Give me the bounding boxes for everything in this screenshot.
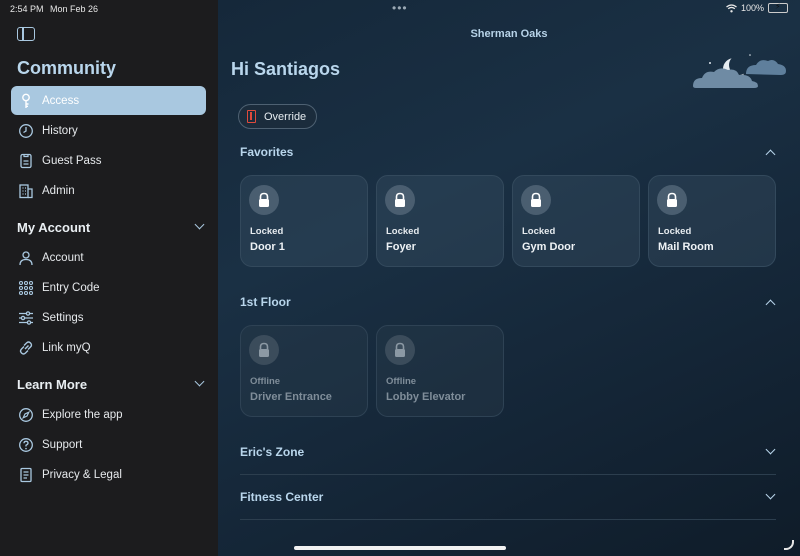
chevron-down-icon[interactable] — [194, 376, 205, 387]
door-tile-driver-entrance[interactable]: Offline Driver Entrance — [240, 325, 368, 417]
door-status: Locked — [522, 226, 556, 237]
wifi-icon — [726, 3, 737, 12]
night-cloud-icon — [693, 54, 786, 88]
group-header-erics-zone[interactable]: Eric's Zone — [240, 444, 776, 459]
section-learn-more[interactable]: Learn More — [17, 376, 205, 392]
sidebar-title: Community — [17, 58, 116, 78]
document-icon — [17, 466, 35, 484]
chevron-down-icon[interactable] — [765, 489, 776, 500]
group-title: Favorites — [240, 145, 294, 159]
sidebar-item-label: Guest Pass — [42, 154, 102, 167]
group-header-fitness-center[interactable]: Fitness Center — [240, 489, 776, 504]
sidebar-item-admin[interactable]: Admin — [11, 176, 206, 205]
group-title: Fitness Center — [240, 490, 324, 504]
status-bar: 2:54 PM Mon Feb 26 ••• 100% ⚡ — [0, 0, 800, 18]
door-status: Offline — [386, 376, 417, 387]
group-title: Eric's Zone — [240, 445, 305, 459]
guest-pass-icon — [17, 152, 35, 170]
sidebar-item-label: Support — [42, 438, 83, 451]
chevron-down-icon[interactable] — [194, 219, 205, 230]
person-icon — [17, 249, 35, 267]
chevron-up-icon[interactable] — [765, 299, 776, 310]
battery-percent: 100% — [740, 3, 764, 13]
sidebar-item-label: Explore the app — [42, 408, 123, 421]
chevron-down-icon[interactable] — [765, 444, 776, 455]
sidebar-item-label: Account — [42, 251, 84, 264]
link-icon — [17, 339, 35, 357]
compass-icon — [17, 406, 35, 424]
sidebar-item-label: Entry Code — [42, 281, 100, 294]
group-header-1st-floor[interactable]: 1st Floor — [240, 295, 776, 310]
sidebar: Community Access History Guest Pass Admi… — [0, 0, 218, 556]
sidebar-item-explore[interactable]: Explore the app — [11, 400, 206, 429]
door-status: Locked — [658, 226, 692, 237]
multitasking-dots-icon[interactable]: ••• — [392, 1, 408, 15]
chevron-up-icon[interactable] — [765, 149, 776, 160]
home-indicator[interactable] — [294, 546, 506, 550]
door-name: Gym Door — [522, 241, 576, 253]
sidebar-item-label: Settings — [42, 311, 84, 324]
door-status: Locked — [250, 226, 284, 237]
sidebar-item-guest-pass[interactable]: Guest Pass — [11, 146, 206, 175]
door-tile-lobby-elevator[interactable]: Offline Lobby Elevator — [376, 325, 504, 417]
lock-icon[interactable] — [521, 185, 551, 215]
sidebar-item-label: Access — [42, 94, 80, 107]
sidebar-item-account[interactable]: Account — [11, 243, 206, 272]
lock-icon — [385, 335, 415, 365]
door-name: Mail Room — [658, 241, 714, 253]
divider — [240, 519, 776, 520]
sidebar-toggle-icon[interactable] — [17, 27, 35, 41]
lock-icon — [249, 335, 279, 365]
sidebar-item-label: History — [42, 124, 78, 137]
override-label: Override — [264, 110, 307, 123]
main-content: Sherman Oaks Hi Santiagos Override Favor… — [218, 0, 800, 556]
sidebar-item-link-myq[interactable]: Link myQ — [11, 333, 206, 362]
lock-icon[interactable] — [385, 185, 415, 215]
sidebar-item-history[interactable]: History — [11, 116, 206, 145]
sidebar-item-access[interactable]: Access — [11, 86, 206, 115]
battery-icon: ⚡ — [768, 2, 788, 13]
group-header-favorites[interactable]: Favorites — [240, 145, 776, 160]
door-tile-mail-room[interactable]: Locked Mail Room — [648, 175, 776, 267]
key-icon — [17, 92, 35, 110]
door-tile-door-1[interactable]: Locked Door 1 — [240, 175, 368, 267]
door-status: Locked — [386, 226, 420, 237]
sidebar-item-label: Link myQ — [42, 341, 91, 354]
greeting: Hi Santiagos — [231, 59, 341, 79]
clock-icon — [17, 122, 35, 140]
building-icon — [17, 182, 35, 200]
section-title: Learn More — [17, 377, 88, 392]
door-name: Lobby Elevator — [386, 391, 466, 403]
door-name: Driver Entrance — [250, 391, 332, 403]
door-name: Door 1 — [250, 241, 285, 253]
sliders-icon — [17, 309, 35, 327]
location-title[interactable]: Sherman Oaks — [218, 28, 800, 40]
door-tile-gym-door[interactable]: Locked Gym Door — [512, 175, 640, 267]
group-title: 1st Floor — [240, 295, 291, 309]
lock-icon[interactable] — [249, 185, 279, 215]
door-icon — [247, 110, 256, 123]
sidebar-item-privacy[interactable]: Privacy & Legal — [11, 460, 206, 489]
sidebar-item-support[interactable]: Support — [11, 430, 206, 459]
status-date: Mon Feb 26 — [50, 4, 99, 14]
door-name: Foyer — [386, 241, 416, 253]
status-right: 100% ⚡ — [726, 2, 788, 13]
sidebar-item-entry-code[interactable]: Entry Code — [11, 273, 206, 302]
door-status: Offline — [250, 376, 281, 387]
question-icon — [17, 436, 35, 454]
status-time: 2:54 PM — [10, 4, 44, 14]
divider — [240, 474, 776, 475]
override-button[interactable]: Override — [238, 104, 318, 129]
keypad-icon — [17, 279, 35, 297]
lock-icon[interactable] — [657, 185, 687, 215]
sidebar-item-label: Admin — [42, 184, 75, 197]
section-title: My Account — [17, 220, 91, 235]
section-my-account[interactable]: My Account — [17, 219, 205, 235]
sidebar-item-settings[interactable]: Settings — [11, 303, 206, 332]
door-tile-foyer[interactable]: Locked Foyer — [376, 175, 504, 267]
sidebar-item-label: Privacy & Legal — [42, 468, 122, 481]
